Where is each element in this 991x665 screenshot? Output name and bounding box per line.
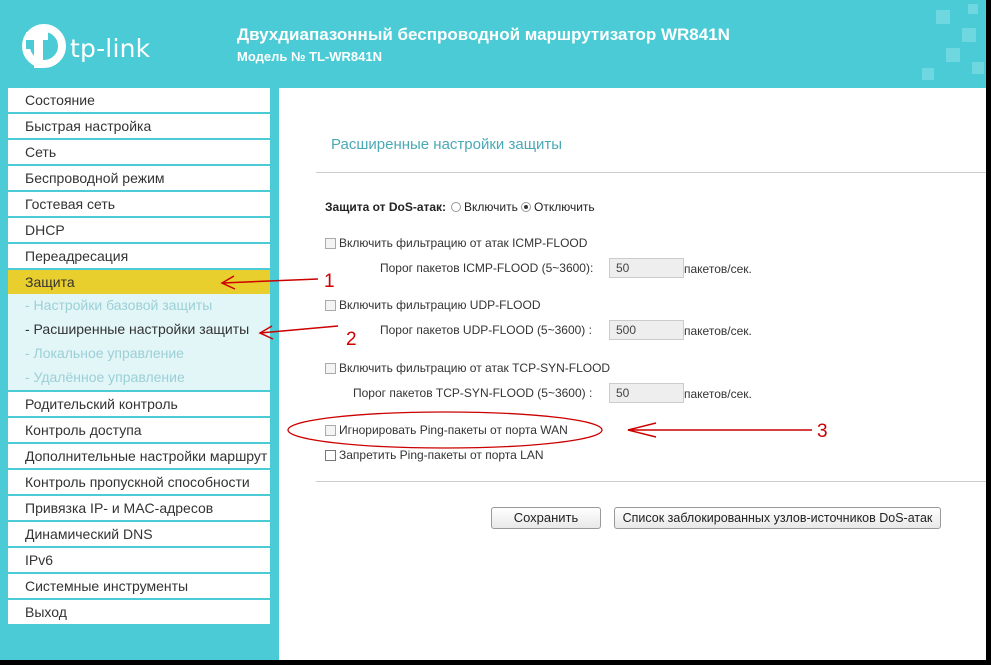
sidebar-item-dynamic-dns[interactable]: Динамический DNS (8, 522, 270, 546)
blocked-dos-hosts-list-button[interactable]: Список заблокированных узлов-источников … (614, 507, 941, 529)
sidebar-item-dhcp[interactable]: DHCP (8, 218, 270, 242)
icmp-threshold-input[interactable]: 50 (609, 258, 684, 278)
security-submenu: - Настройки базовой защиты - Расширенные… (8, 294, 270, 390)
dos-protection-label: Защита от DoS-атак: (325, 200, 447, 214)
sidebar-item-access-control[interactable]: Контроль доступа (8, 418, 270, 442)
sidebar-item-guest-network[interactable]: Гостевая сеть (8, 192, 270, 216)
icmp-threshold-label: Порог пакетов ICMP-FLOOD (5~3600): (380, 261, 594, 275)
sidebar-item-forwarding[interactable]: Переадресация (8, 244, 270, 268)
ignore-wan-ping-checkbox[interactable] (325, 425, 336, 436)
page-title: Расширенные настройки защиты (331, 136, 563, 153)
submenu-item-local-management[interactable]: - Локальное управление (25, 345, 184, 361)
sidebar-item-network[interactable]: Сеть (8, 140, 270, 164)
header-bar: tp-link Двухдиапазонный беспроводной мар… (0, 0, 986, 88)
sidebar-nav: Состояние Быстрая настройка Сеть Беспров… (0, 88, 279, 660)
header-decoration-icon (922, 4, 984, 80)
udp-filter-label: Включить фильтрацию UDP-FLOOD (339, 298, 541, 312)
sidebar-item-bandwidth-control[interactable]: Контроль пропускной способности (8, 470, 270, 494)
tcp-syn-unit-label: пакетов/сек. (684, 387, 752, 401)
tcp-syn-filter-label: Включить фильтрацию от атак TCP-SYN-FLOO… (339, 361, 611, 375)
submenu-item-advanced-security[interactable]: - Расширенные настройки защиты (25, 321, 249, 337)
save-button[interactable]: Сохранить (491, 507, 601, 529)
sidebar-item-status[interactable]: Состояние (8, 88, 270, 112)
forbid-lan-ping-checkbox[interactable] (325, 450, 336, 461)
sidebar-item-wireless[interactable]: Беспроводной режим (8, 166, 270, 190)
udp-threshold-input[interactable]: 500 (609, 320, 684, 340)
model-number: Модель № TL-WR841N (237, 49, 382, 64)
udp-unit-label: пакетов/сек. (684, 324, 752, 338)
udp-filter-checkbox[interactable] (325, 300, 336, 311)
submenu-item-basic-security[interactable]: - Настройки базовой защиты (25, 297, 212, 313)
divider (316, 172, 986, 173)
forbid-lan-ping-label: Запретить Ping-пакеты от порта LAN (339, 448, 544, 462)
udp-threshold-label: Порог пакетов UDP-FLOOD (5~3600) : (380, 323, 592, 337)
dos-enable-radio[interactable] (451, 202, 461, 212)
router-admin-page: tp-link Двухдиапазонный беспроводной мар… (0, 0, 986, 660)
dos-enable-label: Включить (464, 200, 518, 214)
page-header-title: Двухдиапазонный беспроводной маршрутизат… (237, 25, 730, 44)
sidebar-item-logout[interactable]: Выход (8, 600, 270, 624)
sidebar-item-ipv6[interactable]: IPv6 (8, 548, 270, 572)
divider (316, 481, 986, 482)
tcp-syn-threshold-label: Порог пакетов TCP-SYN-FLOOD (5~3600) : (353, 386, 593, 400)
sidebar-item-advanced-routing[interactable]: Дополнительные настройки маршрут (8, 444, 270, 468)
icmp-filter-label: Включить фильтрацию от атак ICMP-FLOOD (339, 236, 588, 250)
ignore-wan-ping-label: Игнорировать Ping-пакеты от порта WAN (339, 423, 568, 437)
sidebar-item-quick-setup[interactable]: Быстрая настройка (8, 114, 270, 138)
sidebar-item-parental-control[interactable]: Родительский контроль (8, 392, 270, 416)
tcp-syn-threshold-input[interactable]: 50 (609, 383, 684, 403)
dos-disable-radio[interactable] (521, 202, 531, 212)
logo-text: tp-link (70, 34, 151, 63)
sidebar-item-system-tools[interactable]: Системные инструменты (8, 574, 270, 598)
sidebar-item-security[interactable]: Защита (8, 270, 270, 294)
sidebar-item-ip-mac-binding[interactable]: Привязка IP- и MAC-адресов (8, 496, 270, 520)
icmp-unit-label: пакетов/сек. (684, 262, 752, 276)
submenu-item-remote-management[interactable]: - Удалённое управление (25, 369, 185, 385)
tcp-syn-filter-checkbox[interactable] (325, 363, 336, 374)
dos-disable-label: Отключить (534, 200, 595, 214)
main-content: Расширенные настройки защиты Защита от D… (279, 88, 986, 660)
icmp-filter-checkbox[interactable] (325, 238, 336, 249)
